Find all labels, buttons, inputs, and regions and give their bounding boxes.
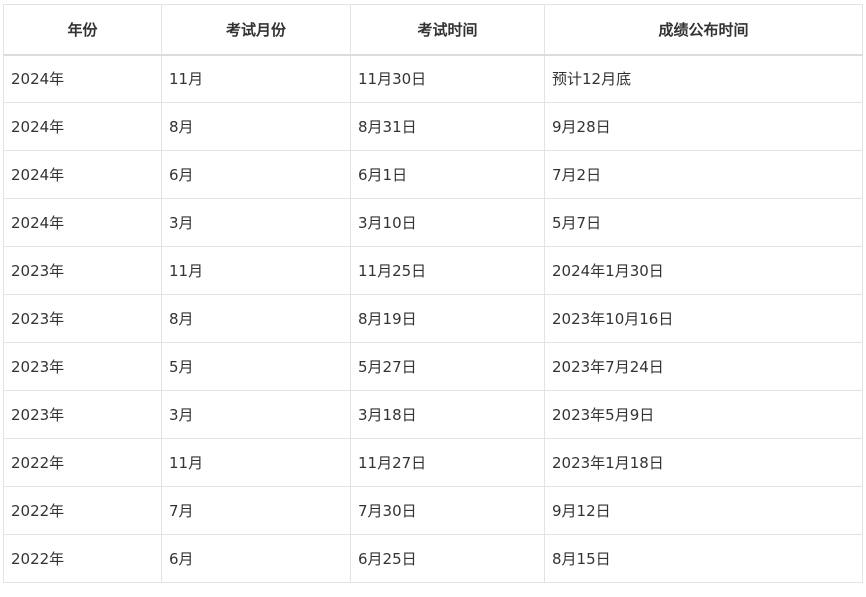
cell-result-date: 2023年1月18日 xyxy=(544,438,863,487)
exam-schedule-table-container: 年份 考试月份 考试时间 成绩公布时间 2024年 11月 11月30日 预计1… xyxy=(3,4,863,583)
cell-year: 2024年 xyxy=(3,150,162,199)
cell-exam-date: 11月27日 xyxy=(350,438,545,487)
cell-year: 2024年 xyxy=(3,102,162,151)
cell-exam-month: 8月 xyxy=(161,102,351,151)
header-exam-date: 考试时间 xyxy=(350,4,545,55)
table-row: 2023年 8月 8月19日 2023年10月16日 xyxy=(3,294,863,343)
cell-exam-date: 3月10日 xyxy=(350,198,545,247)
cell-exam-month: 11月 xyxy=(161,438,351,487)
cell-exam-date: 7月30日 xyxy=(350,486,545,535)
cell-result-date: 预计12月底 xyxy=(544,54,863,103)
header-exam-month: 考试月份 xyxy=(161,4,351,55)
cell-exam-month: 7月 xyxy=(161,486,351,535)
cell-exam-month: 5月 xyxy=(161,342,351,391)
cell-year: 2023年 xyxy=(3,390,162,439)
cell-year: 2023年 xyxy=(3,294,162,343)
cell-result-date: 8月15日 xyxy=(544,534,863,583)
cell-exam-date: 5月27日 xyxy=(350,342,545,391)
cell-result-date: 9月12日 xyxy=(544,486,863,535)
table-row: 2024年 6月 6月1日 7月2日 xyxy=(3,150,863,199)
cell-year: 2022年 xyxy=(3,534,162,583)
table-row: 2024年 8月 8月31日 9月28日 xyxy=(3,102,863,151)
header-result-release-date: 成绩公布时间 xyxy=(544,4,863,55)
cell-exam-month: 8月 xyxy=(161,294,351,343)
cell-result-date: 2023年10月16日 xyxy=(544,294,863,343)
cell-result-date: 9月28日 xyxy=(544,102,863,151)
cell-result-date: 2023年5月9日 xyxy=(544,390,863,439)
cell-exam-date: 8月31日 xyxy=(350,102,545,151)
cell-result-date: 2024年1月30日 xyxy=(544,246,863,295)
cell-exam-month: 3月 xyxy=(161,390,351,439)
cell-year: 2024年 xyxy=(3,198,162,247)
table-header-row: 年份 考试月份 考试时间 成绩公布时间 xyxy=(3,4,863,55)
cell-exam-date: 6月1日 xyxy=(350,150,545,199)
table-row: 2023年 3月 3月18日 2023年5月9日 xyxy=(3,390,863,439)
table-row: 2022年 7月 7月30日 9月12日 xyxy=(3,486,863,535)
cell-year: 2023年 xyxy=(3,246,162,295)
cell-result-date: 7月2日 xyxy=(544,150,863,199)
table-row: 2024年 3月 3月10日 5月7日 xyxy=(3,198,863,247)
cell-exam-month: 6月 xyxy=(161,534,351,583)
cell-exam-month: 3月 xyxy=(161,198,351,247)
cell-exam-date: 8月19日 xyxy=(350,294,545,343)
cell-year: 2022年 xyxy=(3,438,162,487)
cell-exam-date: 11月25日 xyxy=(350,246,545,295)
cell-year: 2022年 xyxy=(3,486,162,535)
cell-year: 2024年 xyxy=(3,54,162,103)
cell-exam-date: 6月25日 xyxy=(350,534,545,583)
cell-year: 2023年 xyxy=(3,342,162,391)
table-row: 2023年 11月 11月25日 2024年1月30日 xyxy=(3,246,863,295)
table-row: 2024年 11月 11月30日 预计12月底 xyxy=(3,54,863,103)
cell-result-date: 5月7日 xyxy=(544,198,863,247)
cell-exam-date: 11月30日 xyxy=(350,54,545,103)
cell-exam-month: 11月 xyxy=(161,246,351,295)
cell-exam-month: 11月 xyxy=(161,54,351,103)
table-row: 2022年 6月 6月25日 8月15日 xyxy=(3,534,863,583)
header-year: 年份 xyxy=(3,4,162,55)
cell-result-date: 2023年7月24日 xyxy=(544,342,863,391)
cell-exam-month: 6月 xyxy=(161,150,351,199)
cell-exam-date: 3月18日 xyxy=(350,390,545,439)
exam-schedule-table: 年份 考试月份 考试时间 成绩公布时间 2024年 11月 11月30日 预计1… xyxy=(3,4,863,583)
table-row: 2022年 11月 11月27日 2023年1月18日 xyxy=(3,438,863,487)
table-row: 2023年 5月 5月27日 2023年7月24日 xyxy=(3,342,863,391)
